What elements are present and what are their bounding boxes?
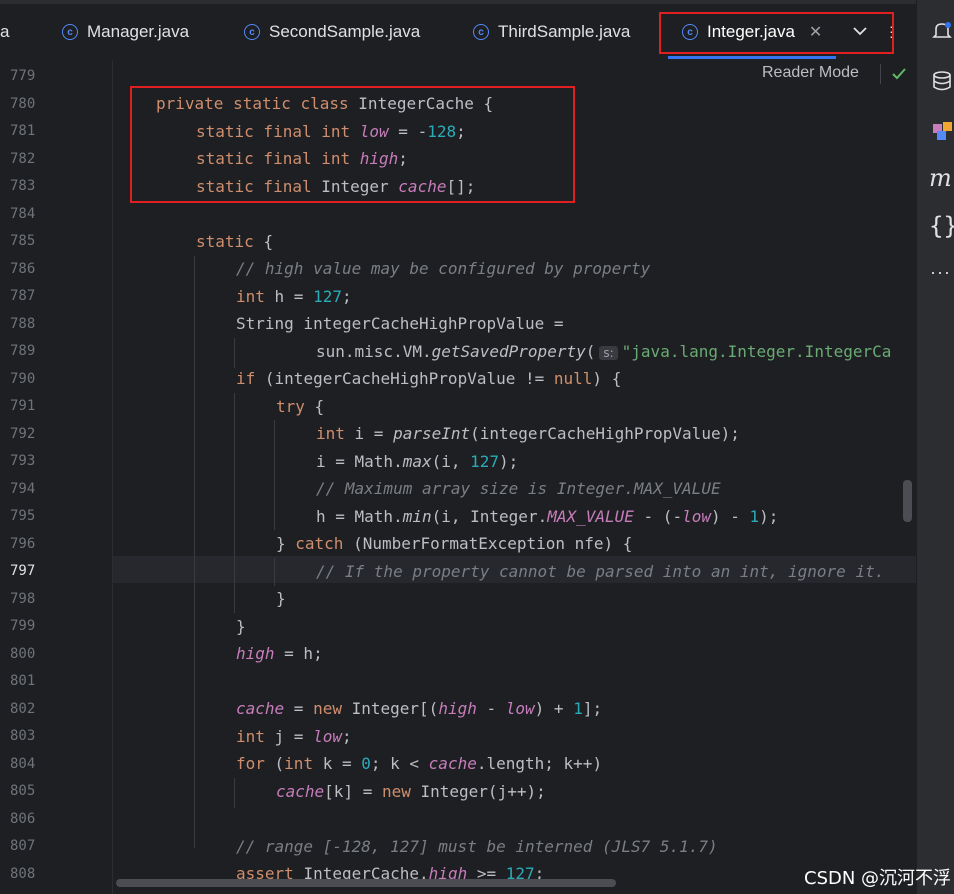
horizontal-scrollbar-thumb[interactable]	[116, 879, 616, 887]
line-number: 800	[10, 645, 36, 662]
check-icon[interactable]	[891, 66, 907, 82]
line-number: 802	[10, 700, 36, 717]
code-line-798: }	[276, 589, 286, 608]
line-number: 805	[10, 783, 36, 799]
right-tool-window-bar: m {} ···	[916, 0, 954, 894]
code-line-797: // If the property cannot be parsed into…	[316, 562, 885, 581]
code-line-802: cache = new Integer[(high - low) + 1];	[236, 699, 603, 718]
code-line-785: static {	[196, 232, 274, 251]
code-line-794: // Maximum array size is Integer.MAX_VAL…	[316, 479, 721, 498]
line-number: 801	[10, 673, 36, 689]
maven-icon[interactable]	[931, 118, 954, 142]
indent-guide	[274, 420, 275, 530]
line-number: 781	[10, 123, 36, 139]
line-number: 783	[10, 178, 36, 194]
line-number: 796	[10, 535, 36, 552]
tab-label: ThirdSample.java	[498, 22, 631, 41]
code-line-787: int h = 127;	[236, 287, 352, 306]
line-number: 786	[10, 260, 36, 277]
line-number: 808	[10, 865, 36, 882]
code-line-791: try {	[276, 397, 325, 416]
line-number: 791	[10, 398, 36, 414]
code-line-795: h = Math.min(i, Integer.MAX_VALUE - (-lo…	[316, 507, 779, 526]
active-tab-indicator	[668, 56, 836, 59]
line-number: 789	[10, 343, 36, 359]
line-number: 788	[10, 315, 36, 332]
tab-secondsample-java[interactable]: c SecondSample.java	[244, 18, 420, 46]
code-line-790: if (integerCacheHighPropValue != null) {	[236, 369, 622, 388]
line-number: 779	[10, 68, 36, 84]
reader-mode-button[interactable]: Reader Mode	[762, 64, 859, 82]
tab-bar-top-border	[0, 0, 916, 4]
tab-label: SecondSample.java	[269, 22, 421, 41]
code-line-792: int i = parseInt(integerCacheHighPropVal…	[316, 424, 740, 443]
gutter-divider	[112, 60, 113, 894]
more-horizontal-icon[interactable]: ···	[930, 262, 951, 283]
highlight-box-code	[130, 86, 575, 203]
indent-guide	[234, 338, 235, 368]
indent-guide	[234, 393, 235, 613]
watermark: CSDN @沉河不浮	[804, 868, 952, 889]
line-number: 806	[10, 810, 36, 827]
indent-guide	[274, 558, 275, 586]
code-line-805: cache[k] = new Integer(j++);	[276, 782, 546, 801]
line-number: 787	[10, 288, 36, 304]
class-icon: c	[62, 24, 78, 40]
code-line-799: }	[236, 617, 246, 636]
line-number: 790	[10, 370, 36, 387]
database-icon[interactable]	[931, 70, 953, 92]
param-hint: s:	[599, 346, 618, 360]
line-number: 784	[10, 205, 36, 222]
code-line-796: } catch (NumberFormatException nfe) {	[276, 534, 633, 553]
line-number: 807	[10, 838, 36, 854]
code-line-788: String integerCacheHighPropValue =	[236, 314, 564, 333]
json-braces-icon[interactable]: {}	[929, 212, 954, 240]
code-line-803: int j = low;	[236, 727, 352, 746]
line-number: 782	[10, 150, 36, 167]
code-line-789: sun.misc.VM.getSavedProperty(s: "java.lan…	[316, 342, 892, 361]
toolbar-divider	[880, 64, 881, 84]
notifications-icon[interactable]	[931, 20, 953, 42]
class-icon: c	[473, 24, 489, 40]
line-number: 797	[10, 563, 36, 579]
line-number: 793	[10, 453, 36, 469]
tab-manager-java[interactable]: c Manager.java	[62, 18, 189, 46]
tab-label: Manager.java	[87, 22, 190, 41]
line-number: 804	[10, 755, 36, 772]
line-number: 780	[10, 95, 36, 112]
line-number: 803	[10, 728, 36, 744]
code-line-793: i = Math.max(i, 127);	[316, 452, 519, 471]
code-line-807: // range [-128, 127] must be interned (J…	[236, 837, 718, 856]
tab-thirdsample-java[interactable]: c ThirdSample.java	[473, 18, 630, 46]
structure-m-icon[interactable]: m	[929, 164, 952, 192]
line-number: 792	[10, 425, 36, 442]
indent-guide	[234, 778, 235, 808]
line-number: 795	[10, 508, 36, 524]
line-number: 794	[10, 480, 36, 497]
indent-guide	[194, 256, 195, 848]
vertical-scrollbar-thumb[interactable]	[903, 480, 912, 522]
code-line-804: for (int k = 0; k < cache.length; k++)	[236, 754, 603, 773]
line-number: 785	[10, 233, 36, 249]
tab-partial[interactable]: a	[0, 18, 9, 46]
tab-label: a	[0, 22, 10, 41]
class-icon: c	[244, 24, 260, 40]
code-line-786: // high value may be configured by prope…	[236, 259, 651, 278]
code-line-800: high = h;	[236, 644, 323, 663]
highlight-box-tab	[659, 12, 894, 54]
line-number: 799	[10, 618, 36, 634]
line-number: 798	[10, 590, 36, 607]
